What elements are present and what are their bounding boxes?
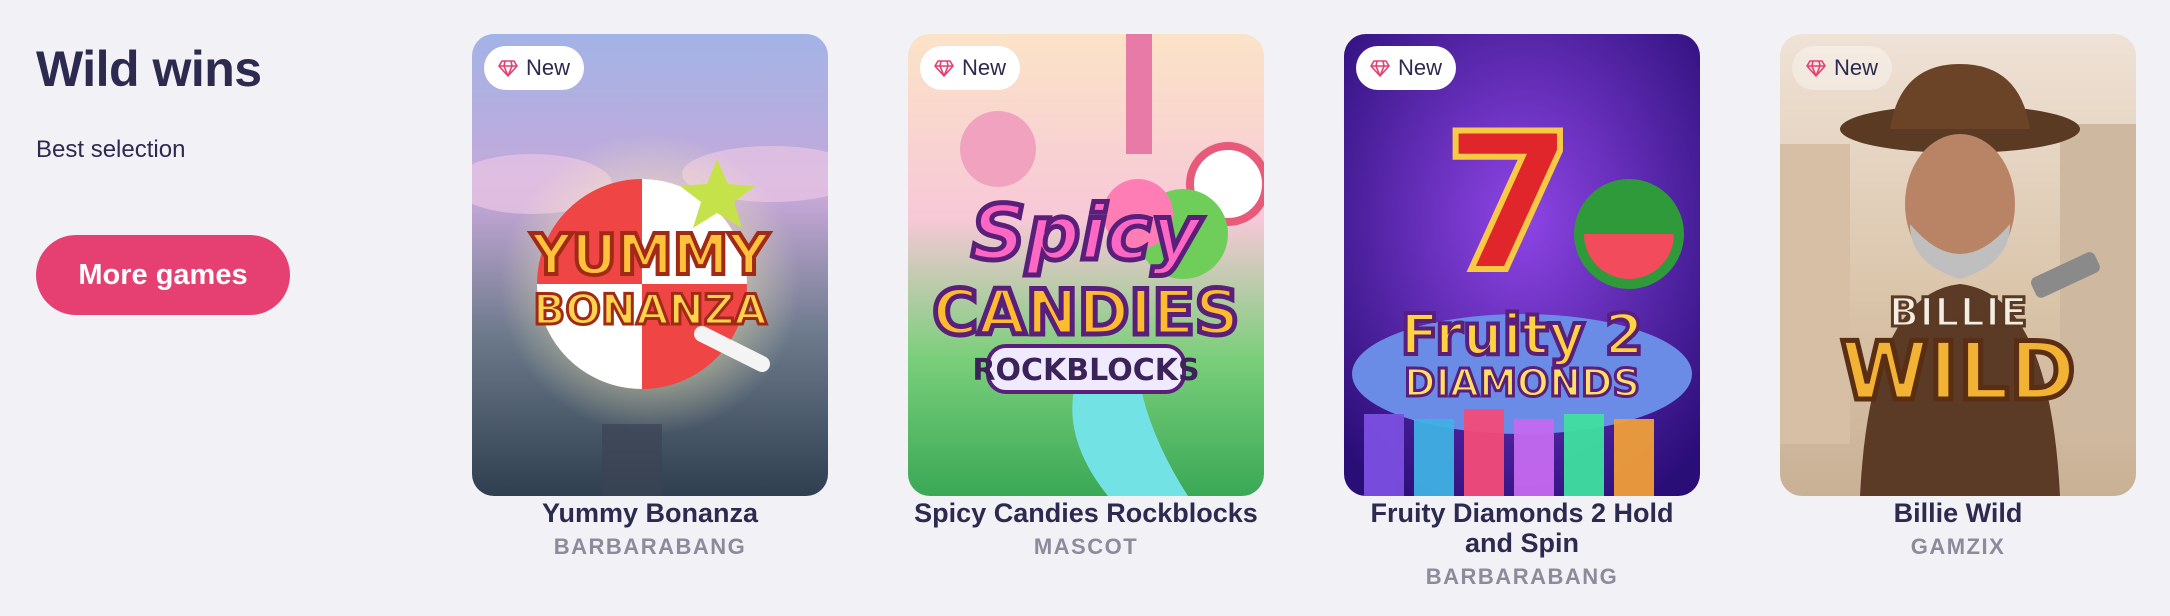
diamond-icon: [498, 60, 518, 77]
logo-line1: 7: [1443, 93, 1575, 314]
badge-label: New: [962, 55, 1007, 80]
game-provider: GAMZIX: [1910, 534, 2006, 559]
more-games-button[interactable]: More games: [36, 235, 290, 315]
section-title: Wild wins: [36, 41, 262, 97]
badge-label: New: [1834, 55, 1879, 80]
fruity-diamonds-artwork: 7 Fruity 2 DIAMONDS: [1344, 34, 1700, 496]
diamond-icon: [1806, 60, 1826, 77]
game-title[interactable]: Fruity Diamonds 2 Hold and Spin: [1344, 498, 1700, 558]
logo-line2: WILD: [1840, 325, 2075, 418]
game-provider: BARBARABANG: [553, 534, 747, 559]
new-badge: New: [920, 46, 1021, 90]
game-card-spicy-candies[interactable]: Spicy CANDIES ROCKBLOCKS New Spicy Candi…: [908, 34, 1264, 560]
section-header: Wild wins Best selection: [36, 40, 262, 164]
game-provider: MASCOT: [1033, 534, 1139, 559]
logo-line2: BONANZA: [533, 285, 767, 334]
game-thumbnail[interactable]: Spicy CANDIES ROCKBLOCKS New: [908, 34, 1264, 496]
badge-label: New: [1398, 55, 1443, 80]
diamond-icon: [934, 60, 954, 77]
new-badge: New: [484, 46, 585, 90]
game-card-yummy-bonanza[interactable]: YUMMY BONANZA New Yummy Bonanza BARBARAB…: [472, 34, 828, 560]
spicy-candies-artwork: Spicy CANDIES ROCKBLOCKS: [908, 34, 1264, 496]
logo-line2: Fruity 2: [1400, 303, 1643, 368]
game-card-fruity-diamonds[interactable]: 7 Fruity 2 DIAMONDS New Fruity Diamonds …: [1344, 34, 1700, 590]
new-badge: New: [1792, 46, 1893, 90]
billie-wild-artwork: BILLIE WILD: [1780, 34, 2136, 496]
game-provider: BARBARABANG: [1425, 564, 1619, 589]
logo-line1: YUMMY: [530, 223, 770, 288]
game-thumbnail[interactable]: YUMMY BONANZA New: [472, 34, 828, 496]
section-subtitle: Best selection: [36, 136, 186, 163]
logo-line3: ROCKBLOCKS: [972, 353, 1199, 388]
badge-label: New: [526, 55, 571, 80]
logo-line3: DIAMONDS: [1404, 361, 1640, 405]
game-thumbnail[interactable]: 7 Fruity 2 DIAMONDS New: [1344, 34, 1700, 496]
logo-line2: CANDIES: [933, 276, 1240, 349]
game-thumbnail[interactable]: BILLIE WILD New: [1780, 34, 2136, 496]
diamond-icon: [1370, 60, 1390, 77]
yummy-bonanza-artwork: YUMMY BONANZA: [472, 34, 828, 496]
game-title[interactable]: Billie Wild: [1780, 498, 2136, 528]
game-title[interactable]: Yummy Bonanza: [472, 498, 828, 528]
game-title[interactable]: Spicy Candies Rockblocks: [908, 498, 1264, 528]
game-card-billie-wild[interactable]: BILLIE WILD New Billie Wild GAMZIX: [1780, 34, 2136, 560]
new-badge: New: [1356, 46, 1457, 90]
logo-line1: Spicy: [971, 188, 1204, 277]
